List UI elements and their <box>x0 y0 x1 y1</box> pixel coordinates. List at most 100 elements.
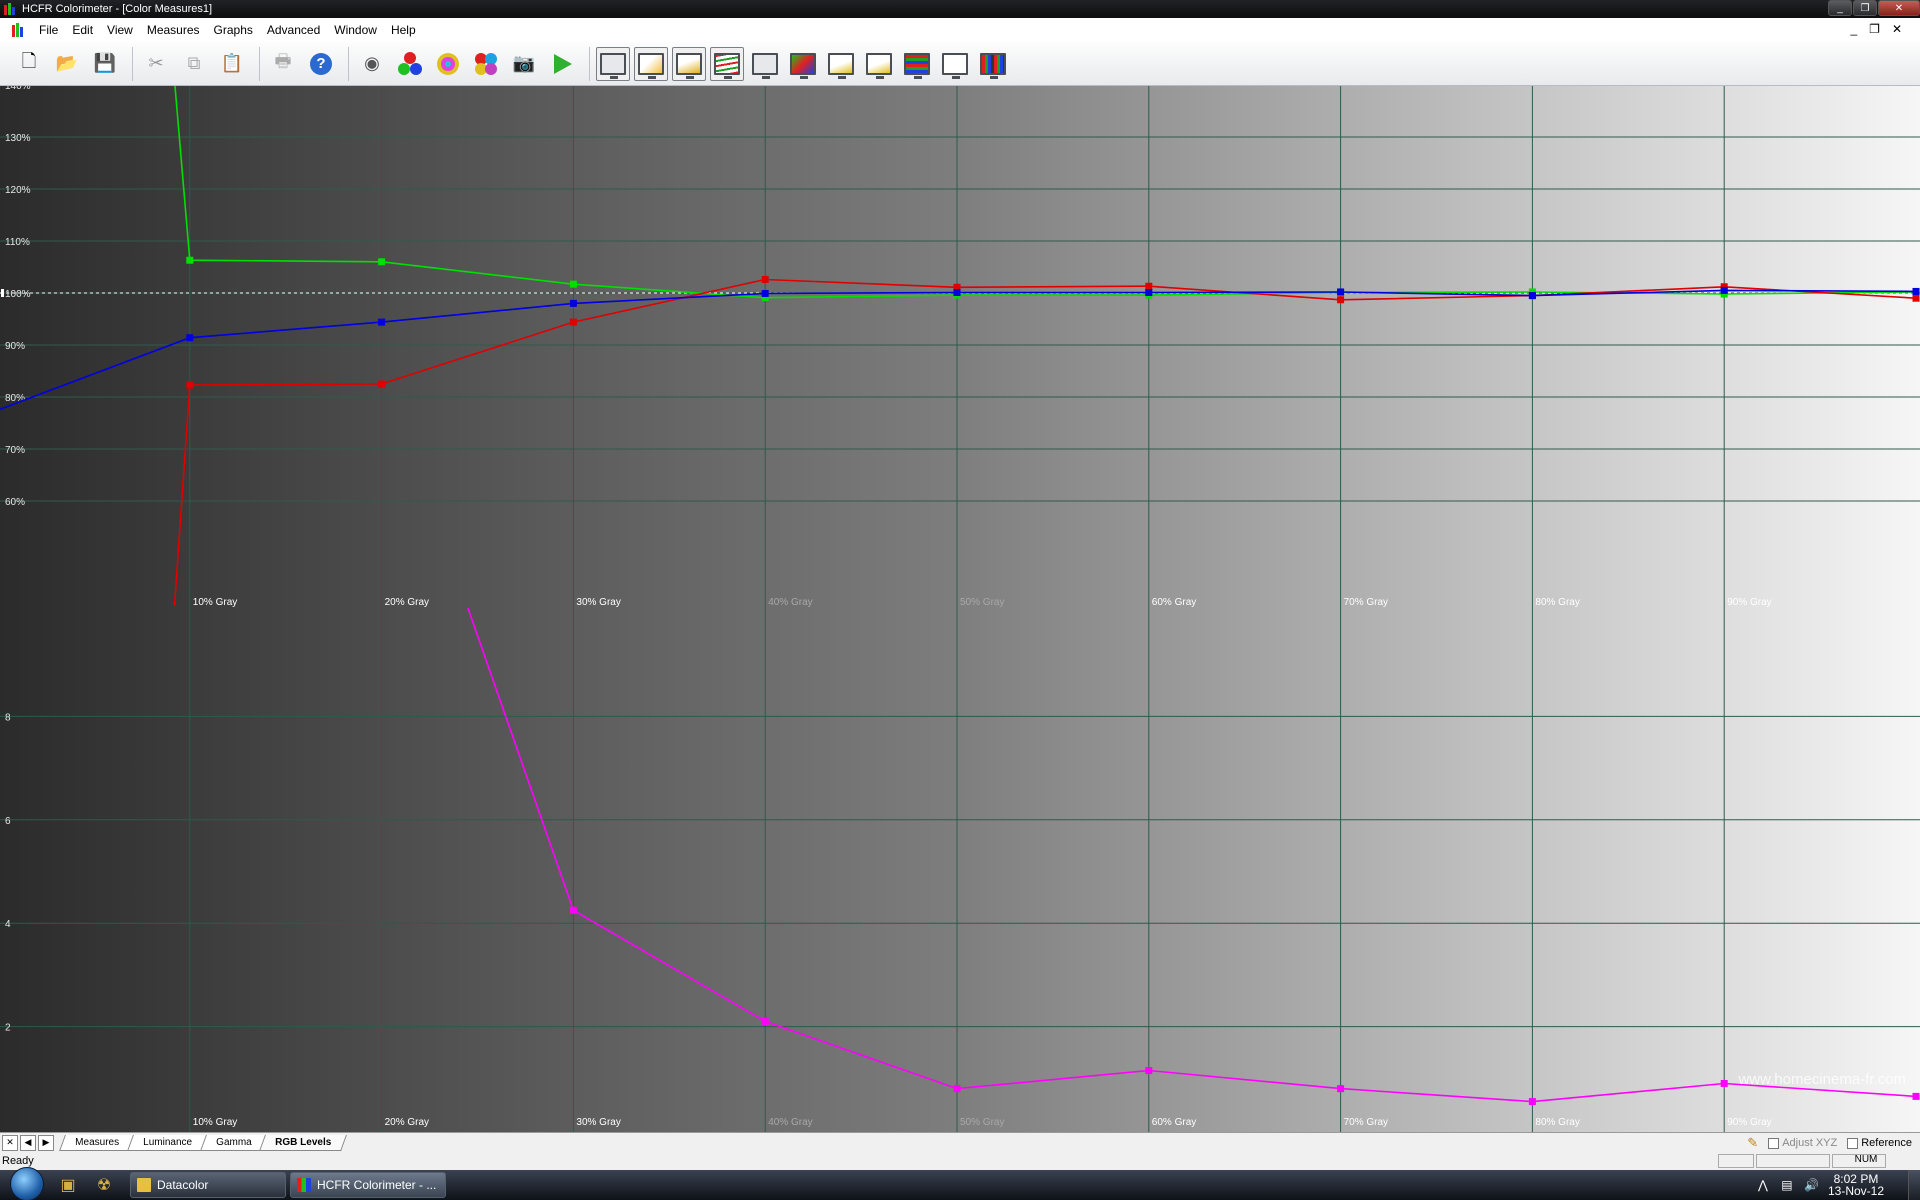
graph-color-comparator-icon[interactable] <box>862 47 896 81</box>
y-tick-label: 120% <box>5 185 31 196</box>
network-icon[interactable]: ▤ <box>1780 1178 1794 1192</box>
menu-window[interactable]: Window <box>327 23 384 37</box>
copy-icon[interactable]: ⧉ <box>177 47 211 81</box>
minimize-button[interactable]: _ <box>1828 0 1852 16</box>
graph-cie-icon[interactable] <box>786 47 820 81</box>
y-tick-label: 70% <box>5 445 25 456</box>
tab-close-button[interactable]: ✕ <box>2 1134 18 1151</box>
x-tick-label: 50% Gray <box>960 1117 1004 1128</box>
mdi-minimize-button[interactable]: _ <box>1850 22 1857 36</box>
x-tick-label: 50% Gray <box>960 597 1004 608</box>
new-icon[interactable]: 🗋 <box>12 47 46 81</box>
menu-measures[interactable]: Measures <box>140 23 207 37</box>
data-point <box>1337 1085 1345 1093</box>
radiation-icon[interactable]: ☢ <box>94 1175 114 1195</box>
menu-advanced[interactable]: Advanced <box>260 23 327 37</box>
watermark: www.homecinema-fr.com <box>1737 1071 1906 1088</box>
graph-rgb-histogram-icon[interactable] <box>900 47 934 81</box>
document-icon[interactable] <box>12 23 28 37</box>
x-tick-label: 20% Gray <box>385 597 429 608</box>
data-point <box>953 1085 961 1093</box>
data-point <box>378 318 386 326</box>
mdi-restore-button[interactable]: ❐ <box>1869 22 1880 36</box>
tab-luminance[interactable]: Luminance <box>126 1134 208 1151</box>
system-tray: ⋀ ▤ 🔊 8:02 PM 13-Nov-12 <box>1756 1170 1920 1200</box>
close-button[interactable]: ✕ <box>1878 0 1920 16</box>
help-icon[interactable]: ? <box>304 47 338 81</box>
reference-checkbox[interactable]: Reference <box>1847 1137 1912 1149</box>
graph-near-black-icon[interactable] <box>938 47 972 81</box>
menu-help[interactable]: Help <box>384 23 423 37</box>
y-tick-label: 80% <box>5 393 25 404</box>
data-point <box>186 256 194 264</box>
x-tick-label: 30% Gray <box>576 597 620 608</box>
x-tick-label: 40% Gray <box>768 597 812 608</box>
toolbar-separator <box>132 46 133 81</box>
graph-near-white-icon[interactable] <box>976 47 1010 81</box>
title-bar[interactable]: HCFR Colorimeter - [Color Measures1] _ ❐… <box>0 0 1920 18</box>
data-point <box>1720 286 1728 294</box>
cut-icon[interactable]: ✂ <box>139 47 173 81</box>
adjust-xyz-checkbox[interactable]: Adjust XYZ <box>1768 1137 1837 1149</box>
graph-luminance-icon[interactable] <box>634 46 668 81</box>
tab-next-button[interactable]: ▶ <box>38 1134 54 1151</box>
reference-marker <box>1 289 4 297</box>
y-tick-label: 90% <box>5 341 25 352</box>
app-icon <box>4 3 16 15</box>
y-tick-label: 60% <box>5 497 25 508</box>
taskbar-item-datacolor[interactable]: Datacolor <box>130 1172 286 1198</box>
volume-icon[interactable]: 🔊 <box>1804 1178 1819 1192</box>
data-point <box>1912 1092 1920 1100</box>
tab-measures[interactable]: Measures <box>59 1134 135 1151</box>
sensor-icon[interactable]: ◉ <box>355 47 389 81</box>
menu-view[interactable]: View <box>100 23 140 37</box>
play-icon[interactable] <box>545 47 579 81</box>
graph-measures-icon[interactable] <box>596 46 630 81</box>
multi-color-icon[interactable] <box>469 47 503 81</box>
y-tick-label: 6 <box>5 816 11 827</box>
menu-edit[interactable]: Edit <box>65 23 100 37</box>
clock-date: 13-Nov-12 <box>1827 1184 1884 1198</box>
graph-color-temp-icon[interactable] <box>748 47 782 81</box>
x-tick-label: 60% Gray <box>1152 597 1196 608</box>
graph-area[interactable]: 60% 70% 80% 90% 100% 110% 120% 130% 140% 2 4 6 8 10% … <box>0 86 1920 1132</box>
quicklaunch-icon[interactable]: ▣ <box>58 1175 78 1195</box>
tab-gamma[interactable]: Gamma <box>199 1134 268 1151</box>
data-point <box>186 334 194 342</box>
tab-prev-button[interactable]: ◀ <box>20 1134 36 1151</box>
menu-graphs[interactable]: Graphs <box>207 23 260 37</box>
y-tick-label: 140% <box>5 86 31 92</box>
start-button[interactable] <box>10 1167 44 1200</box>
app-window: HCFR Colorimeter - [Color Measures1] _ ❐… <box>0 0 1920 1200</box>
save-icon[interactable]: 💾 <box>88 47 122 81</box>
maximize-button[interactable]: ❐ <box>1853 0 1877 16</box>
data-point <box>761 1017 769 1025</box>
menu-file[interactable]: File <box>32 23 65 37</box>
camera-icon[interactable]: 📷 <box>507 47 541 81</box>
x-tick-label: 60% Gray <box>1152 1117 1196 1128</box>
print-icon[interactable]: 🖶 <box>266 47 300 81</box>
tab-rgb-levels[interactable]: RGB Levels <box>259 1134 348 1151</box>
mdi-close-button[interactable]: ✕ <box>1892 22 1902 36</box>
graph-gamma-icon[interactable] <box>672 46 706 81</box>
toolbar-separator <box>348 46 349 81</box>
data-point <box>1528 1098 1536 1106</box>
open-icon[interactable]: 📂 <box>50 47 84 81</box>
status-pane <box>1718 1154 1754 1168</box>
primary-colors-icon[interactable] <box>393 47 427 81</box>
folder-icon <box>137 1178 151 1192</box>
clock[interactable]: 8:02 PM 13-Nov-12 <box>1828 1173 1884 1197</box>
data-point <box>1145 1067 1153 1075</box>
color-wheel-icon[interactable] <box>431 47 465 81</box>
paste-icon[interactable]: 📋 <box>215 47 249 81</box>
data-point <box>761 275 769 283</box>
taskbar-item-hcfr[interactable]: HCFR Colorimeter - ... <box>290 1172 446 1198</box>
graph-rgb-levels-icon[interactable] <box>710 46 744 81</box>
rgb-levels-graph[interactable]: 60% 70% 80% 90% 100% 110% 120% 130% 140% 2 4 6 8 10% … <box>0 86 1920 1132</box>
x-tick-label: 20% Gray <box>385 1117 429 1128</box>
graph-lum-sat-icon[interactable] <box>824 47 858 81</box>
tray-arrow-icon[interactable]: ⋀ <box>1756 1178 1770 1192</box>
hcfr-icon <box>297 1178 311 1192</box>
show-desktop-button[interactable] <box>1908 1170 1920 1200</box>
x-tick-label: 70% Gray <box>1344 597 1388 608</box>
